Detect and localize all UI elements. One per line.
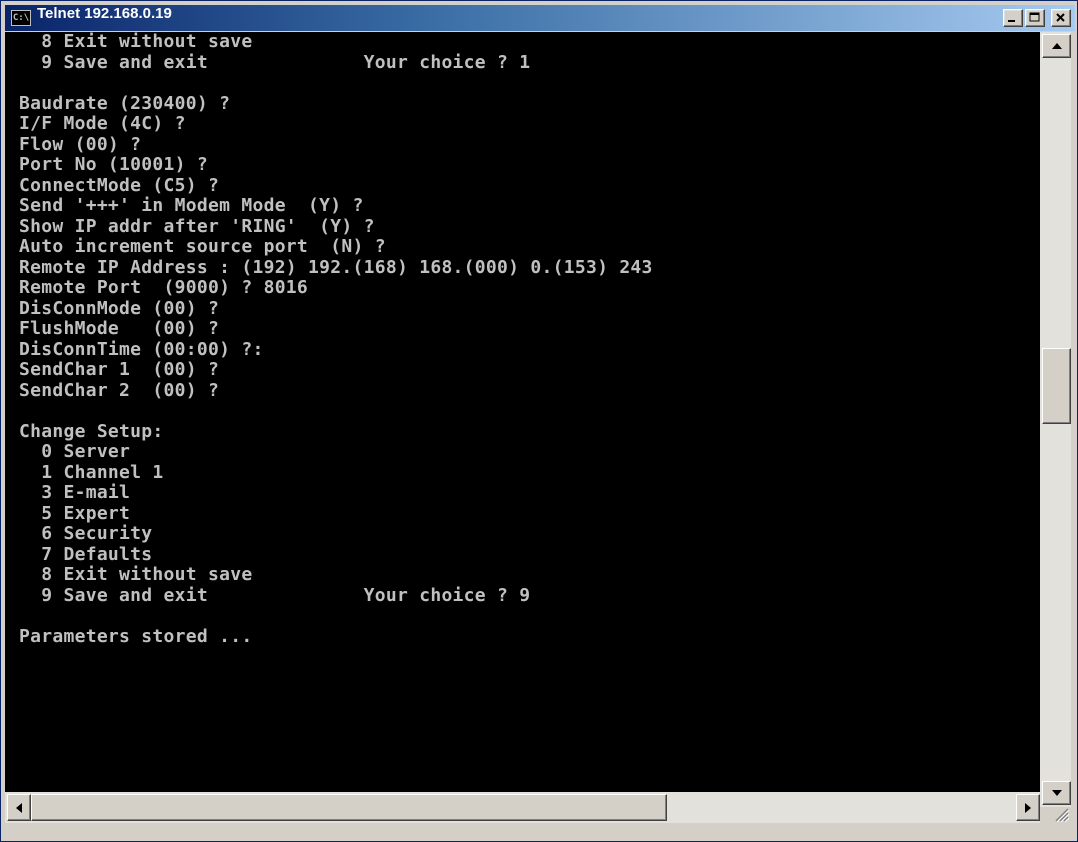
console-line: 7 Defaults [19,543,153,565]
console-line: 1 Channel 1 [19,461,164,483]
maximize-icon [1029,12,1040,22]
console-output[interactable]: 8 Exit without save 9 Save and exit Your… [5,32,1040,792]
console-line: DisConnTime (00:00) ?: [19,338,264,360]
maximize-button[interactable] [1025,9,1045,27]
vertical-scroll-thumb[interactable] [1042,348,1071,424]
scroll-left-arrow-icon [16,802,22,813]
window-title: Telnet 192.168.0.19 [37,5,172,22]
console-line: Auto increment source port (N) ? [19,236,386,257]
console-line: 6 Security [19,523,153,544]
scroll-up-button[interactable] [1042,34,1071,58]
scroll-down-arrow-icon [1051,790,1062,796]
scroll-down-button[interactable] [1042,781,1071,805]
vertical-scrollbar[interactable] [1040,32,1071,807]
minimize-icon [1008,20,1015,22]
console-line: Remote IP Address : (192) 192.(168) 168.… [19,256,653,278]
title-bar[interactable]: C:\ Telnet 192.168.0.19 [5,5,1075,31]
console-line: Parameters stored ... [19,625,253,647]
close-icon [1056,13,1065,22]
console-line: Show IP addr after 'RING' (Y) ? [19,215,375,237]
horizontal-scroll-thumb[interactable] [31,794,667,821]
console-line: ConnectMode (C5) ? [19,174,220,196]
close-button[interactable] [1051,9,1071,27]
minimize-button[interactable] [1003,9,1023,27]
console-line: 0 Server [19,441,131,462]
console-line: 9 Save and exit Your choice ? 1 [19,51,531,73]
console-line: 8 Exit without save [19,32,253,52]
scroll-right-button[interactable] [1016,794,1040,821]
console-line: DisConnMode (00) ? [19,297,220,319]
console-line: SendChar 1 (00) ? [19,359,220,380]
console-line: 3 E-mail [19,482,131,503]
console-line: Flow (00) ? [19,133,142,155]
scroll-left-button[interactable] [7,794,31,821]
console-icon[interactable]: C:\ [11,10,31,26]
console-line: Change Setup: [19,420,164,442]
console-line: SendChar 2 (00) ? [19,379,220,401]
console-line: Send '+++' in Modem Mode (Y) ? [19,195,364,216]
console-line: 5 Expert [19,502,131,524]
resize-grip-icon[interactable] [1040,807,1071,823]
telnet-window: C:\ Telnet 192.168.0.19 8 Exit without s… [0,0,1078,842]
scroll-up-arrow-icon [1051,43,1062,49]
console-line: 9 Save and exit Your choice ? 9 [19,584,531,606]
console-line: 8 Exit without save [19,564,253,585]
horizontal-scrollbar[interactable] [5,792,1040,823]
console-line: Remote Port (9000) ? 8016 [19,277,309,298]
console-line: Baudrate (230400) ? [19,92,231,114]
console-line: FlushMode (00) ? [19,318,220,339]
console-line: I/F Mode (4C) ? [19,113,186,134]
scroll-right-arrow-icon [1025,802,1031,813]
console-line: Port No (10001) ? [19,154,208,175]
